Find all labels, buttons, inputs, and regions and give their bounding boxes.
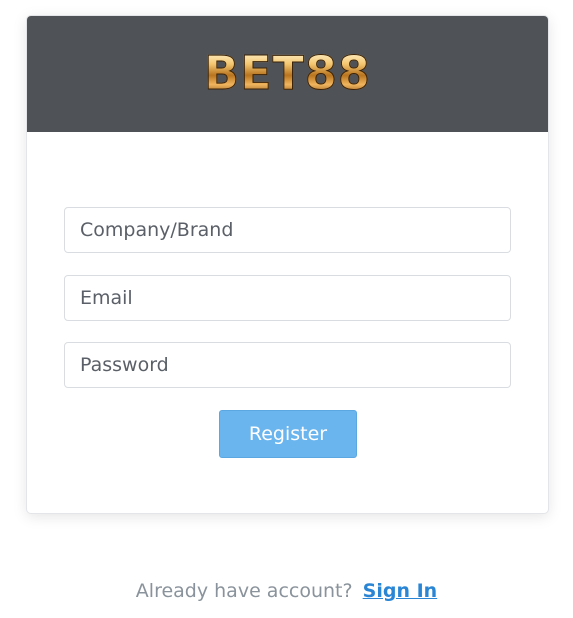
card-header: BET88 [27, 16, 548, 132]
company-brand-input[interactable] [64, 207, 511, 253]
password-input[interactable] [64, 342, 511, 388]
register-button[interactable]: Register [219, 410, 357, 458]
signin-prompt: Already have account? Sign In [0, 580, 573, 602]
signin-link[interactable]: Sign In [363, 580, 438, 602]
brand-logo: BET88 [204, 46, 371, 100]
email-input[interactable] [64, 275, 511, 321]
register-card: BET88 Register [26, 15, 549, 514]
signin-prompt-text: Already have account? [135, 580, 353, 602]
